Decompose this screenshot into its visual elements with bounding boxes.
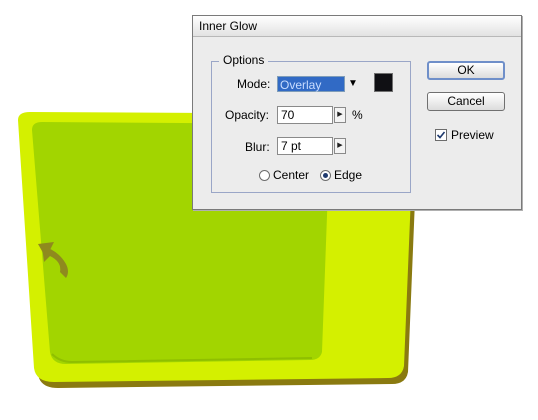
radio-center[interactable]	[259, 170, 270, 181]
opacity-stepper-icon[interactable]: ▶	[334, 107, 346, 123]
chevron-down-icon[interactable]: ▼	[345, 76, 361, 92]
mode-dropdown[interactable]: Overlay	[277, 76, 345, 92]
cancel-button[interactable]: Cancel	[427, 92, 505, 111]
checkmark-icon	[436, 131, 446, 139]
radio-center-label[interactable]: Center	[273, 168, 309, 182]
inner-glow-dialog: Inner Glow Options Mode: Overlay ▼ Opaci…	[192, 15, 522, 210]
blur-field[interactable]: 7 pt	[277, 137, 333, 155]
preview-label[interactable]: Preview	[451, 128, 494, 142]
dialog-title: Inner Glow	[199, 19, 258, 33]
radio-edge[interactable]	[320, 170, 331, 181]
glow-color-swatch[interactable]	[374, 73, 393, 92]
blur-label: Blur:	[245, 140, 270, 154]
blur-stepper-icon[interactable]: ▶	[334, 138, 346, 154]
opacity-label: Opacity:	[225, 108, 270, 122]
opacity-unit: %	[352, 108, 363, 122]
options-legend: Options	[219, 53, 269, 67]
dialog-titlebar[interactable]: Inner Glow	[193, 16, 521, 37]
opacity-field[interactable]: 70	[277, 106, 333, 124]
preview-checkbox[interactable]	[435, 129, 447, 141]
ok-button[interactable]: OK	[427, 61, 505, 80]
radio-edge-label[interactable]: Edge	[334, 168, 362, 182]
mode-label: Mode:	[237, 77, 271, 91]
